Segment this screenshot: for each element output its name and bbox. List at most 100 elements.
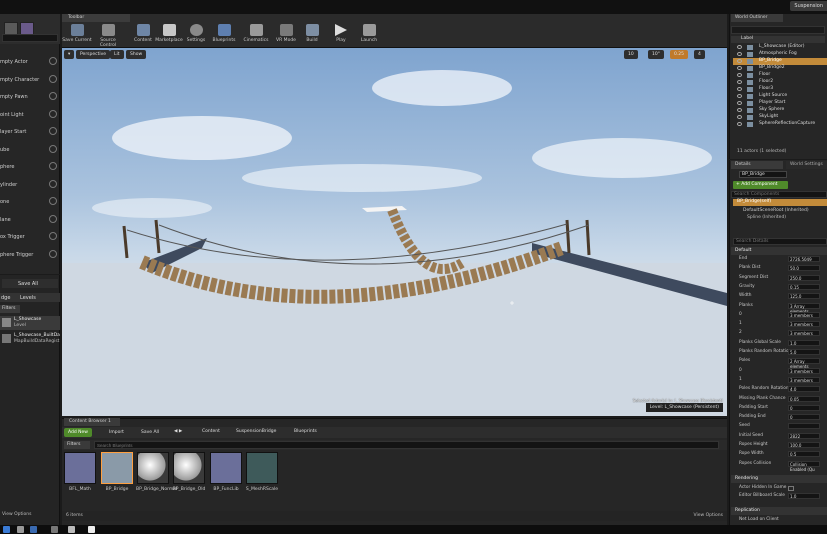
outliner-item-selected[interactable]: BP_Bridge <box>733 58 827 65</box>
level-row[interactable]: L_Showcase Level <box>0 316 60 330</box>
place-item[interactable]: mpty Pawn <box>0 89 60 105</box>
detail-value[interactable]: 100.0 <box>788 442 820 448</box>
tab-levels[interactable]: Levels <box>20 295 36 301</box>
visibility-icon[interactable] <box>737 87 742 91</box>
world-outliner-tab[interactable]: World Outliner <box>731 14 783 22</box>
build-button[interactable]: Build <box>297 24 327 46</box>
asset-tile[interactable]: BFL_Math <box>63 452 97 492</box>
outliner-item[interactable]: Floor <box>733 72 827 79</box>
camera-speed-button[interactable]: 4 <box>694 50 705 59</box>
place-item[interactable]: layer Start <box>0 124 60 140</box>
levels-filters-button[interactable]: Filters <box>0 305 20 313</box>
view-options-button[interactable]: View Options <box>2 512 31 517</box>
detail-value[interactable]: 3 members <box>788 367 820 374</box>
content-browser-tab[interactable]: Content Browser 1 <box>64 418 120 426</box>
detail-value[interactable]: 0.5 <box>788 451 820 458</box>
place-item[interactable]: phere <box>0 159 60 175</box>
visibility-icon[interactable] <box>737 73 742 77</box>
outliner-item[interactable]: Light Source <box>733 93 827 100</box>
save-all-button[interactable]: Save All <box>18 281 38 287</box>
lit-button[interactable]: Lit <box>110 50 124 59</box>
visibility-icon[interactable] <box>737 115 742 119</box>
details-tab[interactable]: Details <box>731 161 783 169</box>
show-button[interactable]: Show <box>126 50 147 59</box>
launch-button[interactable]: Launch <box>354 24 384 46</box>
detail-value[interactable]: 1.0 <box>788 339 820 346</box>
search-details-input[interactable]: Search Details <box>733 238 827 245</box>
search-components-input[interactable]: Search Components <box>731 191 827 198</box>
scale-snap-button[interactable]: 0.25 <box>670 50 689 59</box>
add-new-button[interactable]: Add New <box>64 428 92 437</box>
place-item[interactable]: ube <box>0 142 60 158</box>
outliner-item[interactable]: Floor2 <box>733 79 827 86</box>
detail-value[interactable]: 2822 <box>788 432 820 439</box>
outliner-search-input[interactable] <box>731 26 825 34</box>
viewport-options-button[interactable]: ▾ <box>64 50 75 59</box>
detail-value[interactable]: 0.05 <box>788 395 820 402</box>
place-item[interactable]: ox Trigger <box>0 229 60 245</box>
detail-value[interactable]: 1.0 <box>788 493 820 499</box>
detail-value[interactable]: 0 <box>788 414 820 421</box>
world-settings-tab[interactable]: World Settings <box>786 161 827 169</box>
visibility-icon[interactable] <box>737 101 742 105</box>
detail-value[interactable]: 2 Array elements <box>788 358 820 369</box>
place-item[interactable]: mpty Character <box>0 72 60 88</box>
breadcrumb-blueprints[interactable]: Blueprints <box>294 429 317 434</box>
detail-value[interactable]: 3 Array elements <box>788 302 820 314</box>
unreal-icon[interactable] <box>88 526 95 533</box>
place-item[interactable]: lane <box>0 212 60 228</box>
asset-tile[interactable]: BP_Bridge <box>100 452 134 492</box>
back-icon[interactable]: ◀ ▶ <box>174 429 182 434</box>
detail-value[interactable]: Collision Enabled (Qu <box>788 460 820 472</box>
place-search-input[interactable] <box>2 34 58 42</box>
actor-name-field[interactable]: BP_Bridge <box>739 171 787 178</box>
section-rendering[interactable]: Rendering <box>731 475 827 483</box>
place-item[interactable]: ylinder <box>0 177 60 193</box>
marketplace-button[interactable]: Marketplace <box>154 24 184 46</box>
play-button[interactable]: Play <box>326 24 356 46</box>
asset-tile[interactable]: S_MeshRScale <box>245 452 279 492</box>
detail-value[interactable]: 3 members <box>788 376 820 383</box>
visibility-icon[interactable] <box>737 45 742 49</box>
app-icon[interactable] <box>68 526 75 533</box>
start-icon[interactable] <box>3 526 10 533</box>
detail-value[interactable]: 250.0 <box>788 274 820 281</box>
place-item[interactable]: phere Trigger <box>0 247 60 263</box>
detail-value[interactable]: 2726.5049 <box>788 256 820 262</box>
outliner-item[interactable]: Sky Sphere <box>733 107 827 114</box>
section-default[interactable]: Default <box>731 247 827 255</box>
level-row[interactable]: L_Showcase_BuiltDa MapBuildDataRegist <box>0 332 60 346</box>
folder-icon[interactable] <box>51 526 58 533</box>
settings-button[interactable]: Settings <box>181 24 211 46</box>
detail-value[interactable]: 0.15 <box>788 283 820 290</box>
detail-value[interactable]: 5.0 <box>788 349 820 355</box>
filters-button[interactable]: Filters <box>64 441 90 449</box>
visibility-icon[interactable] <box>737 122 742 126</box>
visibility-icon[interactable] <box>737 108 742 112</box>
component-item[interactable]: DefaultSceneRoot (Inherited) <box>743 208 809 213</box>
search-icon[interactable] <box>17 526 24 533</box>
detail-value[interactable]: 3 members <box>788 311 820 318</box>
perspective-button[interactable]: Perspective <box>76 50 111 59</box>
detail-value[interactable]: 125.0 <box>788 293 820 300</box>
save-current-button[interactable]: Save Current <box>62 24 92 46</box>
component-item[interactable]: Spline (Inherited) <box>747 215 786 220</box>
visibility-icon[interactable] <box>737 59 742 63</box>
asset-tile[interactable]: BP_Bridge_Normal <box>136 452 177 492</box>
outliner-item[interactable]: Atmospheric Fog <box>733 51 827 58</box>
outliner-item[interactable]: SphereReflectionCapture <box>733 121 827 128</box>
view-options-button[interactable]: View Options <box>694 513 723 518</box>
detail-value[interactable]: 3 members <box>788 330 820 337</box>
detail-value[interactable]: 3 members <box>788 321 820 328</box>
place-item[interactable]: oint Light <box>0 107 60 123</box>
import-button[interactable]: Import <box>106 428 127 437</box>
asset-tile[interactable]: BP_Bridge_Old <box>172 452 206 492</box>
outliner-item[interactable]: SkyLight <box>733 114 827 121</box>
visual-studio-icon[interactable] <box>30 526 37 533</box>
visibility-icon[interactable] <box>737 94 742 98</box>
visibility-icon[interactable] <box>737 66 742 70</box>
search-assets-input[interactable] <box>94 441 719 449</box>
place-item[interactable]: one <box>0 194 60 210</box>
section-replication[interactable]: Replication <box>731 507 827 515</box>
blueprints-button[interactable]: Blueprints <box>209 24 239 46</box>
